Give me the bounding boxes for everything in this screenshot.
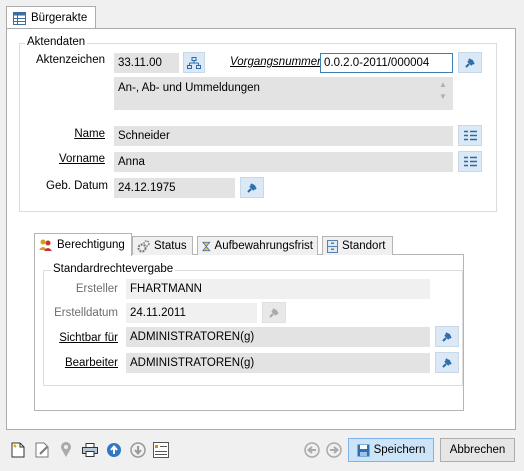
vorgangsnummer-field[interactable]: 0.0.2.0-2011/000004 — [320, 53, 453, 73]
scroll-up-icon[interactable]: ▲ — [437, 79, 449, 91]
hierarchy-icon — [187, 56, 201, 69]
description-scrollbar[interactable]: ▲ ▼ — [437, 79, 449, 108]
hourglass-icon — [202, 241, 211, 251]
pin-icon — [269, 307, 279, 318]
tab-status[interactable]: Status — [132, 236, 193, 255]
geb-datum-pin-button[interactable] — [240, 177, 264, 198]
cabinet-icon — [327, 239, 338, 253]
tab-berechtigung[interactable]: Berechtigung — [34, 233, 132, 256]
aktenzeichen-field[interactable]: 33.11.00 — [114, 53, 179, 73]
tab-label: Standort — [342, 240, 386, 252]
sichtbar-pin-button[interactable] — [435, 326, 459, 347]
print-icon[interactable] — [81, 441, 99, 459]
table-icon — [13, 11, 26, 25]
ersteller-label: Ersteller — [75, 283, 118, 295]
erstelldatum-label: Erstelldatum — [54, 307, 118, 319]
tab-label: Berechtigung — [57, 239, 125, 251]
save-icon — [357, 444, 370, 456]
aktenzeichen-label: Aktenzeichen — [35, 54, 105, 66]
edit-document-icon[interactable] — [33, 441, 51, 459]
cancel-button[interactable]: Abbrechen — [440, 438, 515, 462]
save-button[interactable]: Speichern — [348, 438, 434, 462]
upload-circle-icon[interactable] — [105, 441, 123, 459]
location-pin-icon[interactable] — [57, 441, 75, 459]
new-document-icon[interactable] — [9, 441, 27, 459]
form-list-icon[interactable] — [152, 441, 170, 459]
cancel-label: Abbrechen — [449, 444, 506, 456]
pin-icon — [465, 57, 475, 68]
vorgangsnummer-pin-button[interactable] — [458, 52, 482, 73]
geb-datum-field[interactable]: 24.12.1975 — [114, 178, 235, 198]
list-icon — [463, 130, 477, 141]
ersteller-field: FHARTMANN — [126, 279, 430, 299]
aktendaten-legend: Aktendaten — [25, 36, 88, 48]
tab-label: Aufbewahrungsfrist — [214, 240, 313, 252]
previous-circle-icon[interactable] — [303, 441, 321, 459]
bearbeiter-label: Bearbeiter — [64, 357, 118, 369]
users-icon — [39, 239, 52, 251]
sichtbar-field[interactable]: ADMINISTRATOREN(g) — [126, 327, 430, 347]
bearbeiter-field[interactable]: ADMINISTRATOREN(g) — [126, 353, 430, 373]
description-field[interactable]: An-, Ab- und Ummeldungen — [114, 77, 453, 110]
tab-aufbewahrungsfrist[interactable]: Aufbewahrungsfrist — [197, 236, 318, 255]
tab-label: Bürgerakte — [31, 12, 88, 24]
tab-label: Status — [154, 240, 187, 252]
scroll-down-icon[interactable]: ▼ — [437, 91, 449, 103]
name-label: Name — [74, 128, 105, 140]
save-label: Speichern — [373, 444, 426, 456]
vorname-field[interactable]: Anna — [114, 152, 453, 172]
name-field[interactable]: Schneider — [114, 126, 453, 146]
download-circle-icon[interactable] — [129, 441, 147, 459]
geb-datum-label: Geb. Datum — [46, 180, 108, 192]
name-list-button[interactable] — [458, 125, 482, 146]
next-circle-icon[interactable] — [325, 441, 343, 459]
tab-buergerakte[interactable]: Bürgerakte — [6, 6, 96, 29]
vorgangsnummer-label: Vorgangsnummer — [230, 56, 321, 68]
gears-icon — [137, 239, 150, 252]
vorname-label: Vorname — [58, 153, 105, 165]
pin-icon — [442, 331, 452, 342]
erstelldatum-pin-button[interactable] — [262, 302, 286, 323]
list-icon — [463, 156, 477, 167]
pin-icon — [442, 357, 452, 368]
vorname-list-button[interactable] — [458, 151, 482, 172]
standardrechtevergabe-legend: Standardrechtevergabe — [51, 263, 176, 275]
description-text: An-, Ab- und Ummeldungen — [118, 82, 260, 94]
sichtbar-label: Sichtbar für — [59, 332, 118, 344]
pin-icon — [247, 182, 257, 193]
tab-standort[interactable]: Standort — [322, 236, 393, 255]
bearbeiter-pin-button[interactable] — [435, 352, 459, 373]
erstelldatum-field: 24.11.2011 — [126, 303, 257, 323]
hierarchy-button[interactable] — [183, 52, 205, 73]
